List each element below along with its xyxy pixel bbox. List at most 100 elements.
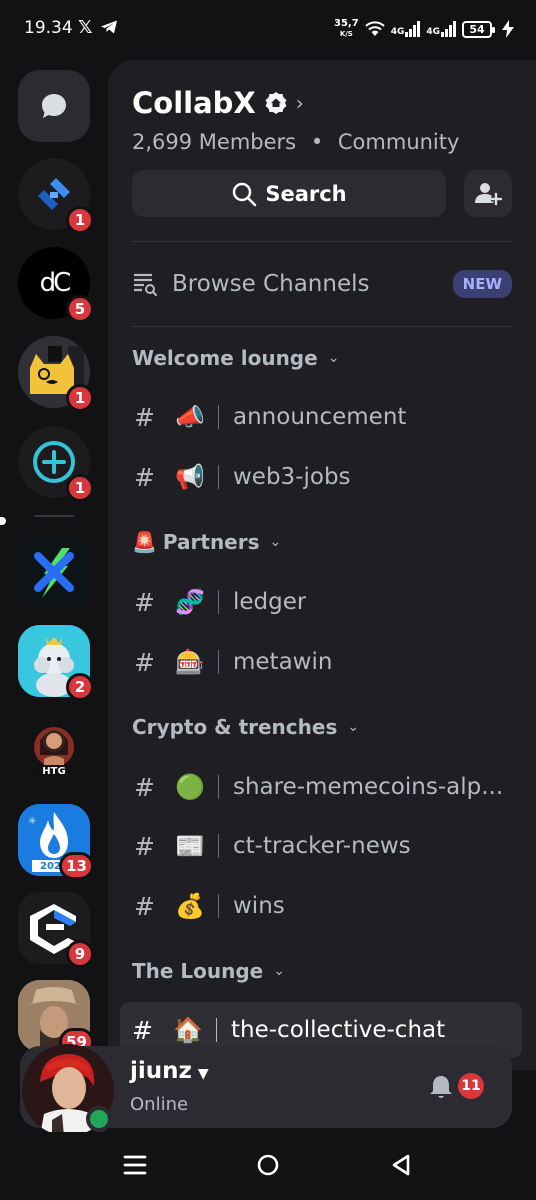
unread-badge: 5 xyxy=(66,295,94,323)
htg-logo-text: HTG xyxy=(42,766,66,777)
channel-name: the-collective-chat xyxy=(231,1017,446,1043)
hash-icon: # xyxy=(134,891,155,921)
hash-icon: # xyxy=(134,831,155,861)
category-label: Partners xyxy=(162,530,260,554)
channel-ledger[interactable]: # 🧬 ledger xyxy=(122,574,524,630)
browse-channels-button[interactable]: Browse Channels NEW xyxy=(132,264,512,304)
unread-badge: 2 xyxy=(66,673,94,701)
username[interactable]: jiunz ▼ xyxy=(130,1058,209,1084)
search-icon xyxy=(233,182,257,206)
search-label: Search xyxy=(265,181,347,206)
invite-members-button[interactable] xyxy=(464,170,512,217)
category-emoji: 🚨 xyxy=(132,530,157,554)
network-speed: 35,7 K/S xyxy=(334,18,359,39)
rail-divider xyxy=(34,515,74,517)
server-type: Community xyxy=(337,130,460,154)
server-cowboy[interactable]: 59 xyxy=(18,980,94,1050)
unread-badge: 1 xyxy=(66,384,94,412)
recent-apps-icon[interactable] xyxy=(120,1150,150,1180)
channel-metawin[interactable]: # 🎰 metawin xyxy=(122,634,524,690)
channel-name: announcement xyxy=(233,404,407,430)
hash-icon: # xyxy=(134,587,155,617)
unread-badge: 1 xyxy=(66,474,94,502)
bell-icon[interactable] xyxy=(428,1074,454,1100)
hash-icon: # xyxy=(134,462,155,492)
channel-name: ct-tracker-news xyxy=(233,833,411,859)
channel-emoji: 💰 xyxy=(175,892,205,920)
server-cat[interactable]: 1 xyxy=(18,336,94,412)
server-header[interactable]: CollabX › xyxy=(132,86,304,120)
server-htg[interactable]: HTG xyxy=(18,715,90,787)
category-label: The Lounge xyxy=(132,959,264,983)
chevron-down-icon: ▼ xyxy=(197,1066,209,1082)
hash-icon: # xyxy=(132,1015,153,1045)
direct-messages-button[interactable] xyxy=(18,70,90,142)
channel-name: ledger xyxy=(233,589,307,615)
chevron-right-icon: › xyxy=(295,91,304,115)
home-icon[interactable] xyxy=(253,1150,283,1180)
unread-badge: 13 xyxy=(59,852,94,880)
battery-icon: 54 xyxy=(462,20,495,38)
server-subtitle: 2,699 Members • Community xyxy=(132,130,460,154)
channel-emoji: 📰 xyxy=(175,832,205,860)
category-welcome-lounge[interactable]: Welcome lounge ⌄ xyxy=(132,346,339,370)
chat-bubble-icon xyxy=(42,94,66,118)
back-icon[interactable] xyxy=(386,1150,416,1180)
channel-wins[interactable]: # 💰 wins xyxy=(122,878,524,934)
browse-channels-icon xyxy=(134,273,157,296)
server-rail: 1 dC 5 1 1 2 HTG ✳ 202 13 9 59 xyxy=(0,60,108,1050)
unread-badge: 9 xyxy=(66,940,94,968)
server-dc[interactable]: dC 5 xyxy=(18,247,94,323)
server-blue-arrows[interactable]: 1 xyxy=(18,158,94,234)
channel-emoji: 📢 xyxy=(175,463,205,491)
channel-name: metawin xyxy=(233,649,333,675)
channel-name: web3-jobs xyxy=(233,464,351,490)
user-status-text: Online xyxy=(130,1094,189,1115)
server-plus[interactable]: 1 xyxy=(18,426,94,502)
status-icons: 35,7 K/S 4G 4G 54 xyxy=(334,16,514,42)
server-poodle[interactable]: 2 xyxy=(18,625,94,701)
telegram-icon xyxy=(101,20,117,34)
chevron-down-icon: ⌄ xyxy=(273,963,285,979)
channel-web3-jobs[interactable]: # 📢 web3-jobs xyxy=(122,449,524,505)
x-icon: 𝕏 xyxy=(78,17,93,38)
dc-logo: dC xyxy=(39,268,72,298)
hash-icon: # xyxy=(134,402,155,432)
x-lightning-logo xyxy=(34,548,74,598)
category-the-lounge[interactable]: The Lounge ⌄ xyxy=(132,959,285,983)
notification-badge: 11 xyxy=(458,1073,484,1099)
chevron-down-icon: ⌄ xyxy=(327,350,340,366)
category-label: Welcome lounge xyxy=(132,346,318,370)
channel-share-memecoins[interactable]: # 🟢 share-memecoins-alp... xyxy=(122,759,524,815)
server-x-lightning[interactable] xyxy=(18,536,90,608)
member-count: 2,699 Members xyxy=(132,130,297,154)
status-bar: 19.34 𝕏 35,7 K/S 4G 4G 54 xyxy=(0,0,536,60)
hash-icon: # xyxy=(134,772,155,802)
selected-indicator xyxy=(0,517,6,525)
signal-icon: 4G xyxy=(391,21,421,37)
channel-ct-tracker-news[interactable]: # 📰 ct-tracker-news xyxy=(122,818,524,874)
server-e-logo[interactable]: 9 xyxy=(18,892,94,968)
server-flame[interactable]: ✳ 202 13 xyxy=(18,804,94,880)
channel-announcement[interactable]: # 📣 announcement xyxy=(122,389,524,445)
channel-emoji: 🎰 xyxy=(175,648,205,676)
new-badge: NEW xyxy=(452,270,512,298)
blue-arrows-logo xyxy=(38,178,70,210)
server-name: CollabX xyxy=(132,86,256,120)
charging-icon xyxy=(502,20,514,38)
hash-icon: # xyxy=(134,647,155,677)
divider xyxy=(132,241,512,242)
category-crypto-trenches[interactable]: Crypto & trenches ⌄ xyxy=(132,715,359,739)
svg-text:✳: ✳ xyxy=(28,816,36,827)
unread-badge: 1 xyxy=(66,206,94,234)
add-user-icon xyxy=(475,182,502,205)
category-partners[interactable]: 🚨 Partners ⌄ xyxy=(132,530,281,554)
community-home-icon xyxy=(265,92,287,114)
signal-icon-2: 4G xyxy=(426,21,456,37)
chevron-down-icon: ⌄ xyxy=(269,534,282,550)
channel-emoji: 📣 xyxy=(175,403,205,431)
flame-logo-text: 202 xyxy=(40,861,61,872)
search-button[interactable]: Search xyxy=(132,170,446,217)
channel-name: wins xyxy=(233,893,285,919)
user-panel[interactable]: jiunz ▼ Online 11 xyxy=(20,1044,512,1136)
